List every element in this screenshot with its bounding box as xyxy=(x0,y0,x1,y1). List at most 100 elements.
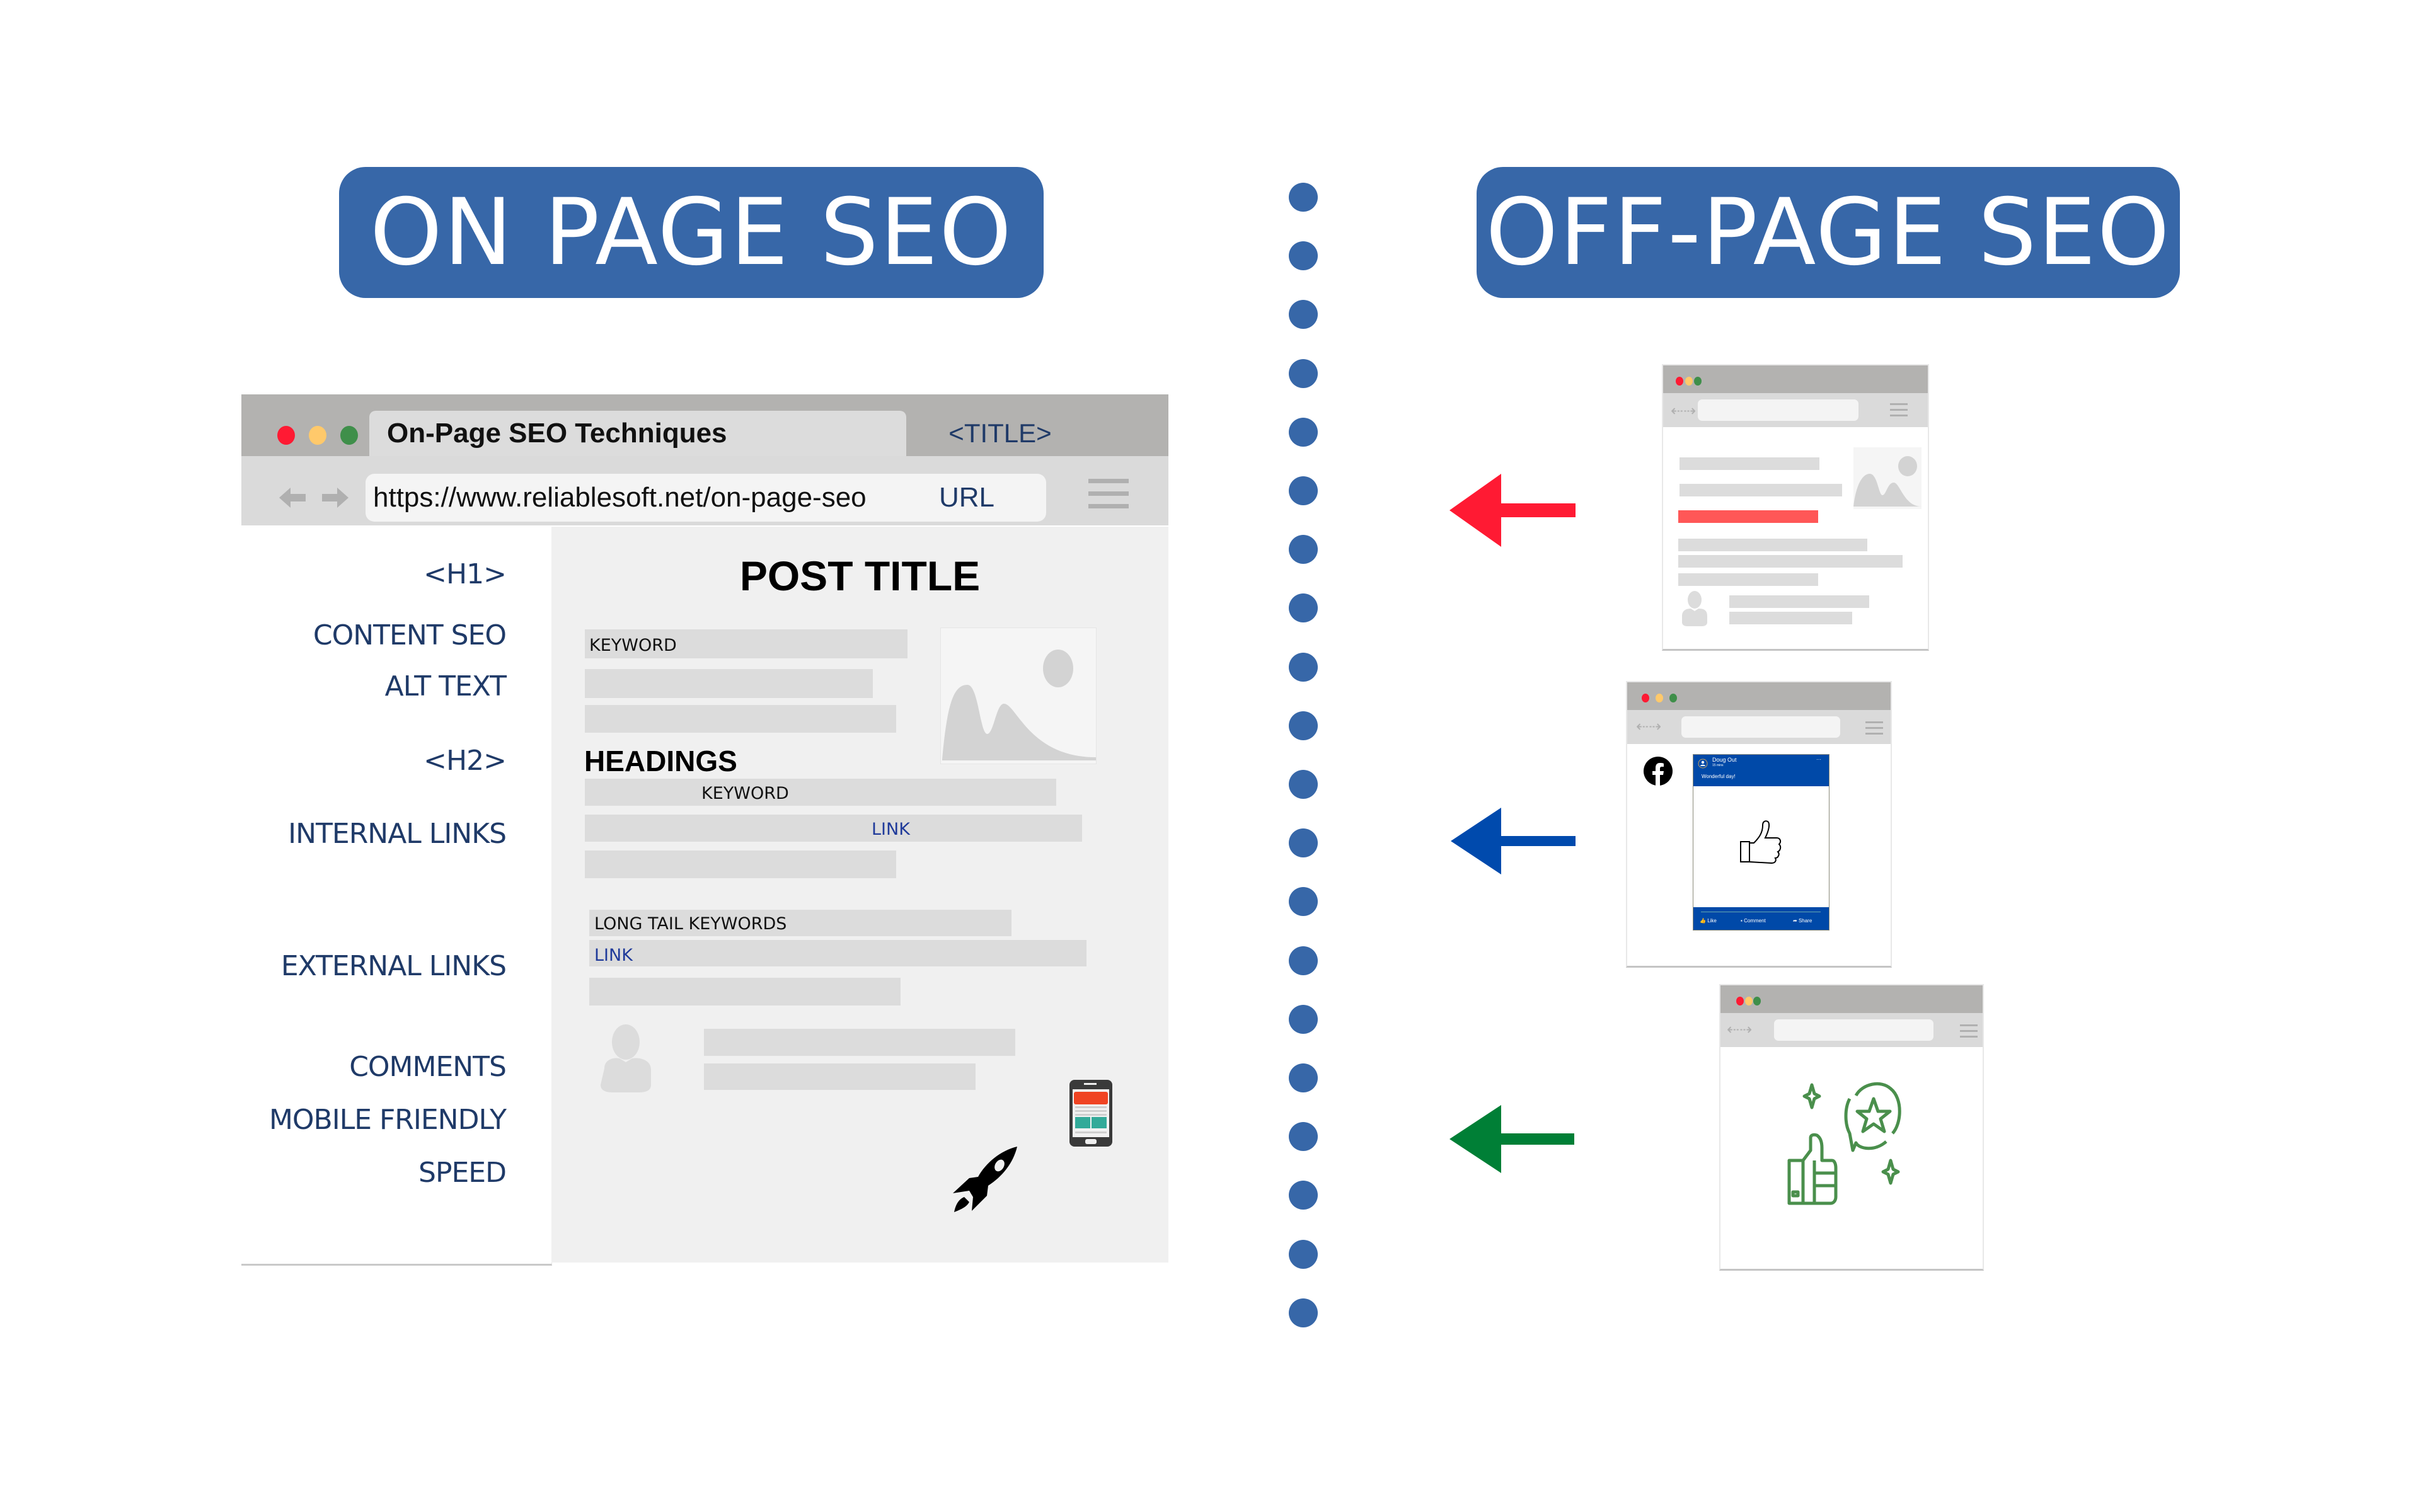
divider-dot xyxy=(1289,887,1318,917)
url-tag-label: URL xyxy=(939,482,995,513)
label-h1: <H1> xyxy=(424,558,507,590)
content-bar xyxy=(1680,457,1819,470)
divider-dot xyxy=(1289,828,1318,858)
divider-dot xyxy=(1289,183,1318,212)
facebook-logo-icon xyxy=(1644,757,1673,786)
like-action[interactable]: 👍 Like xyxy=(1700,918,1717,924)
on-page-seo-title: ON PAGE SEO xyxy=(369,179,1013,286)
content-bar xyxy=(585,669,873,698)
post-header: Doug Out 15 mins ··· Wonderful day! xyxy=(1693,755,1829,786)
minimize-dot-icon xyxy=(1745,997,1753,1005)
divider-dot xyxy=(1289,1181,1318,1210)
seo-factor-labels: <H1> CONTENT SEO ALT TEXT <H2> INTERNAL … xyxy=(241,527,552,1266)
menu-line-icon xyxy=(1890,403,1908,405)
on-page-browser-mockup: On-Page SEO Techniques <TITLE> https://w… xyxy=(241,394,1168,1266)
label-external-links: EXTERNAL LINKS xyxy=(280,950,507,982)
page-content-mockup: POST TITLE KEYWORD HEADINGS KEYWORD LINK… xyxy=(551,527,1168,1263)
post-actions-bar: 👍 Like ▪ Comment ➦ Share xyxy=(1693,907,1829,930)
close-dot-icon xyxy=(1642,694,1649,702)
comment-label: Comment xyxy=(1744,918,1766,924)
divider-dot xyxy=(1289,593,1318,623)
image-placeholder-icon xyxy=(940,627,1097,764)
content-bar: KEYWORD xyxy=(585,779,1056,806)
green-arrow-icon xyxy=(1449,1105,1574,1173)
comment-bar xyxy=(1729,612,1852,624)
divider-dot xyxy=(1289,417,1318,447)
on-page-seo-header: ON PAGE SEO xyxy=(339,167,1044,298)
menu-line-icon xyxy=(1960,1024,1978,1026)
keyword-text: KEYWORD xyxy=(589,636,677,655)
post-time: 15 mins xyxy=(1712,764,1724,767)
rocket-speed-icon xyxy=(953,1147,1017,1212)
like-label: Like xyxy=(1707,918,1717,924)
mobile-phone-icon xyxy=(1069,1080,1112,1147)
share-action[interactable]: ➦ Share xyxy=(1793,918,1812,924)
off-page-seo-title: OFF-PAGE SEO xyxy=(1485,179,2171,286)
divider-dot xyxy=(1289,711,1318,740)
menu-line-icon xyxy=(1865,721,1883,723)
mini-title-bar xyxy=(1720,985,1983,1013)
label-alt-text: ALT TEXT xyxy=(384,670,507,702)
browser-tab: On-Page SEO Techniques xyxy=(369,411,906,456)
mini-address-bar xyxy=(1774,1019,1933,1041)
blue-arrow-icon xyxy=(1451,808,1576,874)
label-h2: <H2> xyxy=(424,745,507,777)
internal-link-text: LINK xyxy=(872,820,910,839)
divider-dot xyxy=(1289,1298,1318,1327)
headings-label: HEADINGS xyxy=(584,745,737,777)
user-avatar-icon xyxy=(1682,591,1707,626)
label-content-seo: CONTENT SEO xyxy=(313,619,507,651)
url-text: https://www.reliablesoft.net/on-page-seo xyxy=(373,482,867,513)
post-title: POST TITLE xyxy=(739,553,981,599)
back-forward-arrows-icon: ⇠⇢ xyxy=(1727,1021,1753,1038)
divider-dot xyxy=(1289,946,1318,975)
label-speed: SPEED xyxy=(418,1157,507,1189)
divider-dot xyxy=(1289,652,1318,682)
divider-dot xyxy=(1289,535,1318,564)
comment-bar xyxy=(704,1063,976,1090)
mini-nav-bar: ⇠⇢ xyxy=(1720,1013,1983,1047)
menu-line-icon xyxy=(1088,491,1129,496)
label-mobile-friendly: MOBILE FRIENDLY xyxy=(268,1104,507,1136)
menu-line-icon xyxy=(1890,415,1908,416)
close-dot-icon xyxy=(1736,997,1744,1005)
content-bar xyxy=(589,978,901,1005)
title-tag-label: <TITLE> xyxy=(948,418,1052,448)
close-dot-icon xyxy=(277,426,295,445)
comment-action[interactable]: ▪ Comment xyxy=(1741,918,1766,924)
content-bar xyxy=(1678,555,1903,568)
thumbs-up-rating-icon xyxy=(1787,1082,1901,1205)
tab-title: On-Page SEO Techniques xyxy=(387,418,727,449)
mini-address-bar xyxy=(1698,399,1858,421)
comment-bar xyxy=(704,1029,1015,1056)
menu-line-icon xyxy=(1865,733,1883,735)
content-bar xyxy=(1680,484,1842,496)
image-placeholder-icon xyxy=(1853,447,1922,509)
divider-dot xyxy=(1289,1004,1318,1034)
article-browser-mockup: ⇠⇢ xyxy=(1662,364,1929,651)
mini-address-bar xyxy=(1681,716,1840,738)
maximize-dot-icon xyxy=(1753,997,1761,1005)
mini-nav-bar: ⇠⇢ xyxy=(1663,393,1928,427)
content-bar: LINK xyxy=(585,815,1082,842)
label-internal-links: INTERNAL LINKS xyxy=(288,818,507,850)
divider-dot xyxy=(1289,1239,1318,1269)
menu-line-icon xyxy=(1088,504,1129,508)
content-bar: KEYWORD xyxy=(585,629,908,658)
divider-dot xyxy=(1289,358,1318,388)
red-arrow-icon xyxy=(1449,474,1576,547)
content-bar xyxy=(585,850,896,878)
menu-line-icon xyxy=(1890,409,1908,411)
post-message: Wonderful day! xyxy=(1702,774,1736,779)
divider-dot xyxy=(1289,300,1318,329)
close-dot-icon xyxy=(1676,377,1683,386)
minimize-dot-icon xyxy=(309,426,326,445)
minimize-dot-icon xyxy=(1656,694,1663,702)
back-forward-arrows-icon xyxy=(279,488,349,508)
content-bar xyxy=(1678,573,1818,586)
divider-dot xyxy=(1289,1063,1318,1092)
divider-dot xyxy=(1289,1122,1318,1152)
off-page-seo-header: OFF-PAGE SEO xyxy=(1477,167,2180,298)
highlighted-backlink-bar xyxy=(1678,510,1818,523)
user-avatar-icon xyxy=(601,1024,651,1092)
